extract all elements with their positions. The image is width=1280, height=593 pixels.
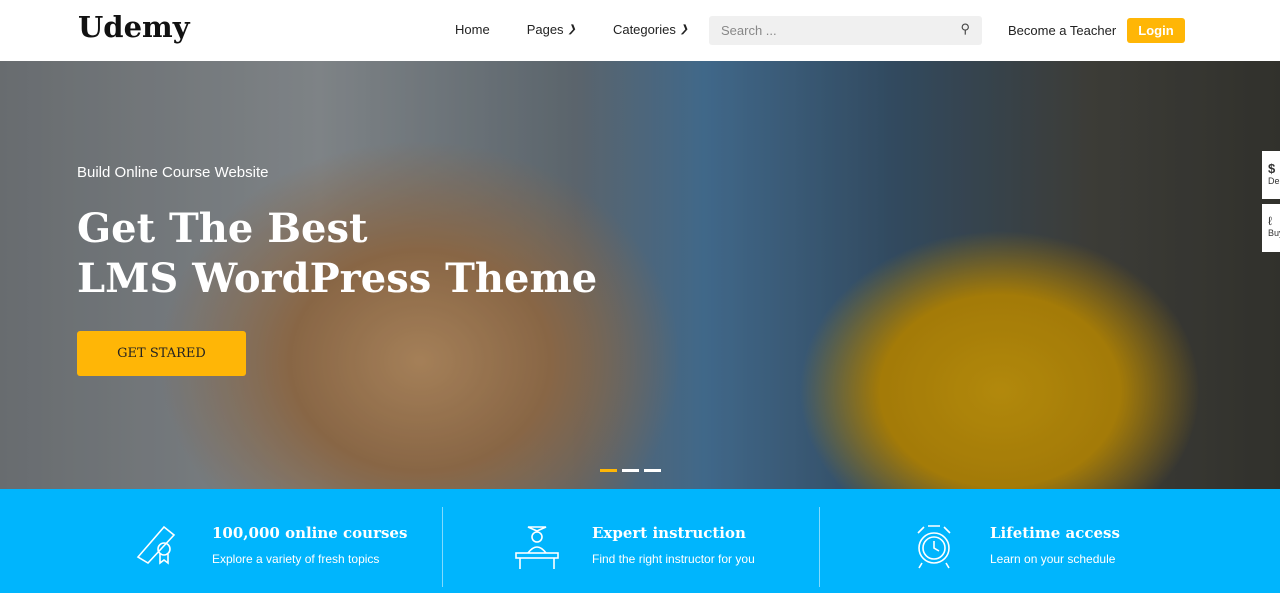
divider — [442, 507, 443, 587]
get-started-button[interactable]: GET STARED — [77, 331, 246, 376]
slider-dots — [600, 469, 661, 472]
side-tab-buy[interactable]: ℓBuy — [1262, 204, 1280, 252]
hero-subtitle: Build Online Course Website — [77, 164, 269, 181]
hero-title-line: Get The Best — [77, 205, 368, 252]
login-button[interactable]: Login — [1127, 18, 1185, 43]
divider — [819, 507, 820, 587]
become-teacher-link[interactable]: Become a Teacher — [1008, 23, 1116, 38]
hero-title: Get The Best LMS WordPress Theme — [77, 204, 597, 304]
nav-home[interactable]: Home — [455, 22, 490, 37]
chevron-down-icon: ❯ — [679, 24, 689, 35]
header: Udemy Home Pages ❯ Categories ❯ Search ...… — [0, 0, 1280, 61]
diploma-icon — [136, 525, 176, 565]
feature-desc: Learn on your schedule — [990, 552, 1116, 566]
feature-desc: Find the right instructor for you — [592, 552, 755, 566]
main-nav: Home Pages ❯ Categories ❯ — [455, 22, 725, 37]
nav-label: Categories — [612, 22, 676, 37]
dollar-icon: $ — [1268, 161, 1276, 176]
side-tab-label: Buy — [1268, 228, 1280, 238]
nav-label: Home — [455, 22, 490, 37]
hero-slider: Build Online Course Website Get The Best… — [0, 61, 1280, 489]
nav-pages[interactable]: Pages ❯ — [527, 22, 576, 37]
side-tab-demo[interactable]: $ De — [1262, 151, 1280, 199]
feature-desc: Explore a variety of fresh topics — [212, 552, 380, 566]
feature-title: Expert instruction — [592, 524, 746, 542]
cart-icon: ℓ — [1268, 214, 1272, 228]
slide-dot[interactable] — [622, 469, 639, 472]
features-bar: 100,000 online courses Explore a variety… — [0, 489, 1280, 593]
side-tab-label: De — [1268, 176, 1280, 186]
instructor-icon — [515, 526, 559, 569]
nav-categories[interactable]: Categories ❯ — [613, 22, 688, 37]
feature-title: 100,000 online courses — [212, 524, 408, 542]
feature-title: Lifetime access — [990, 524, 1120, 542]
search-input[interactable]: Search ... ⚲ — [709, 16, 982, 45]
slide-dot[interactable] — [600, 469, 617, 472]
logo[interactable]: Udemy — [78, 10, 190, 44]
chevron-down-icon: ❯ — [567, 24, 576, 35]
search-placeholder: Search ... — [721, 23, 777, 38]
alarm-clock-icon — [917, 525, 951, 569]
slide-dot[interactable] — [644, 469, 661, 472]
search-icon[interactable]: ⚲ — [960, 21, 970, 37]
hero-title-line: LMS WordPress Theme — [77, 255, 598, 302]
nav-label: Pages — [526, 22, 564, 37]
